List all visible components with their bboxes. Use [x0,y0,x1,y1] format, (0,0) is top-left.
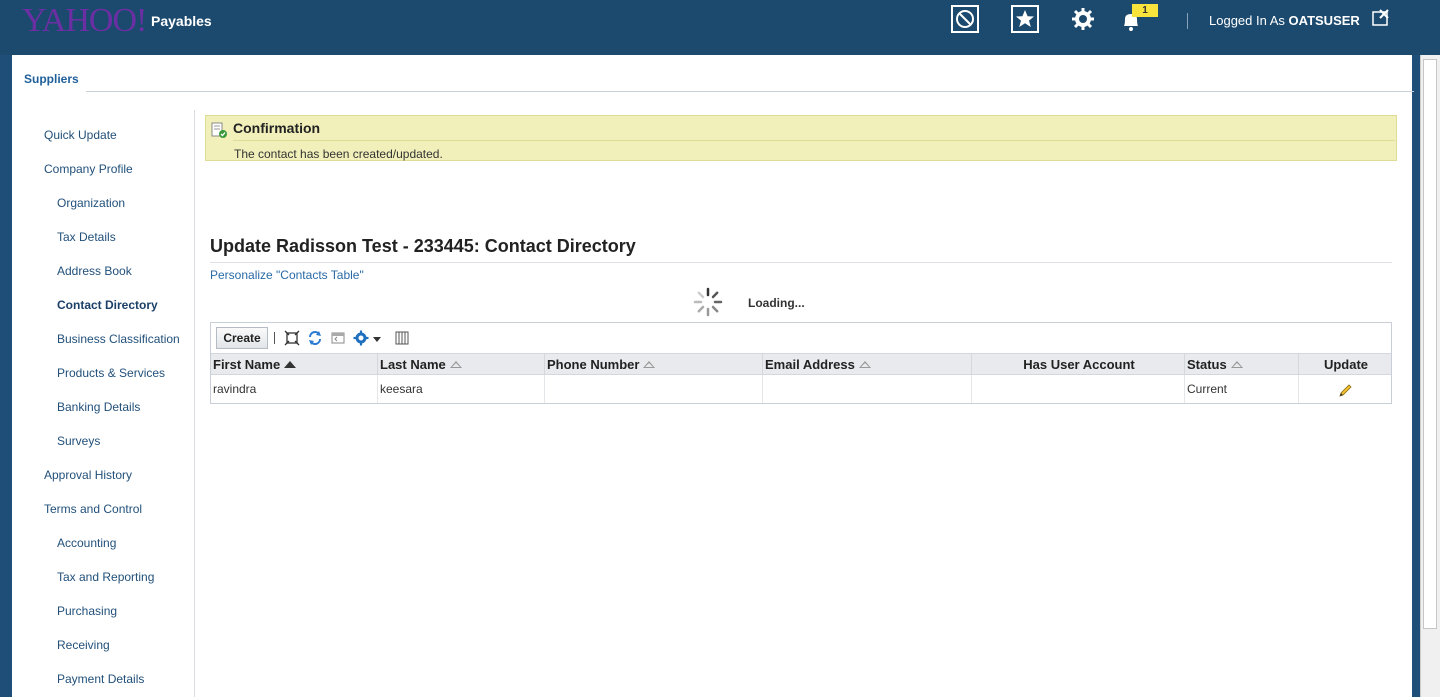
columns-icon[interactable] [394,330,410,346]
confirmation-document-icon [211,122,227,138]
column-label: Update [1323,357,1369,372]
cell-first-name: ravindra [211,375,378,403]
tab-divider [86,91,1414,92]
cell-last-name: keesara [378,375,545,403]
sidebar-item-accounting[interactable]: Accounting [57,536,116,550]
column-header-first-name[interactable]: First Name [211,354,378,375]
logout-icon[interactable] [1372,9,1390,27]
sort-icon[interactable] [1230,361,1243,368]
sidebar-item-banking-details[interactable]: Banking Details [57,400,140,414]
header-divider [1187,13,1188,29]
personalize-contacts-table-link[interactable]: Personalize "Contacts Table" [210,268,364,282]
table-row[interactable]: ravindra keesara Current [211,375,1391,403]
column-header-email-address[interactable]: Email Address [763,354,972,375]
page-title: Update Radisson Test - 233445: Contact D… [210,236,636,256]
confirmation-title: Confirmation [233,120,321,136]
column-header-has-user-account: Has User Account [972,354,1185,375]
sidebar-item-payment-details[interactable]: Payment Details [57,672,144,686]
refresh-icon[interactable] [307,330,323,346]
column-label: Email Address [765,357,855,372]
confirmation-banner: Confirmation The contact has been create… [205,115,1397,161]
sort-icon[interactable] [449,361,462,368]
column-header-status[interactable]: Status [1185,354,1299,375]
sidebar-item-tax-details[interactable]: Tax Details [57,230,116,244]
settings-gear-icon[interactable] [1069,5,1097,33]
sidebar-item-tax-and-reporting[interactable]: Tax and Reporting [57,570,154,584]
cell-update [1299,375,1391,403]
settings-gear-menu-icon[interactable] [353,330,383,346]
sidebar-item-company-profile[interactable]: Company Profile [44,162,133,176]
freeze-icon[interactable] [330,330,346,346]
sidebar-item-business-classification[interactable]: Business Classification [57,332,180,346]
column-label: Has User Account [1023,357,1135,372]
column-header-phone-number[interactable]: Phone Number [545,354,763,375]
column-label: First Name [213,357,281,372]
create-button[interactable]: Create [216,327,268,349]
sidebar-item-address-book[interactable]: Address Book [57,264,132,278]
username: OATSUSER [1288,13,1360,28]
scrollbar-thumb[interactable] [1423,59,1437,629]
tab-suppliers[interactable]: Suppliers [24,72,79,86]
sidebar-item-receiving[interactable]: Receiving [57,638,110,652]
cell-has-user-account [972,375,1185,403]
vertical-scrollbar[interactable] [1420,55,1440,697]
column-header-last-name[interactable]: Last Name [378,354,545,375]
main-panel: Suppliers Quick Update Company Profile O… [12,55,1414,697]
sort-icon[interactable] [643,361,656,368]
confirmation-message: The contact has been created/updated. [234,147,443,161]
sidebar-item-organization[interactable]: Organization [57,196,125,210]
sidebar-item-terms-and-control[interactable]: Terms and Control [44,502,142,516]
title-divider [210,262,1392,263]
favorites-star-icon[interactable] [1011,5,1039,33]
sidebar-item-quick-update[interactable]: Quick Update [44,128,117,142]
sort-ascending-icon[interactable] [284,361,297,368]
app-header: YAHOO! Payables 1 Logged In As OATSUSER [0,0,1440,55]
sidebar-item-purchasing[interactable]: Purchasing [57,604,117,618]
sidebar-item-surveys[interactable]: Surveys [57,434,100,448]
table-header-row: First Name Last Name Phone Number Email … [211,353,1391,375]
yahoo-logo[interactable]: YAHOO! [22,2,147,40]
confirmation-divider [233,140,1395,141]
column-label: Status [1187,357,1227,372]
column-label: Last Name [380,357,446,372]
notification-count-badge[interactable]: 1 [1132,4,1158,17]
sidebar-nav: Quick Update Company Profile Organizatio… [12,110,195,697]
navigator-icon[interactable] [951,5,979,33]
sidebar-item-approval-history[interactable]: Approval History [44,468,132,482]
sidebar-item-contact-directory[interactable]: Contact Directory [57,298,158,312]
table-toolbar: Create [211,323,1391,353]
loading-label: Loading... [748,296,805,310]
logged-in-label: Logged In As OATSUSER [1209,13,1360,28]
contacts-table: Create First Name Last Name Phone Number… [210,322,1392,404]
app-title: Payables [151,13,212,29]
column-label: Phone Number [547,357,640,372]
sidebar-item-products-services[interactable]: Products & Services [57,366,165,380]
loading-spinner-icon [692,286,724,318]
detach-icon[interactable] [284,330,300,346]
cell-email-address [763,375,972,403]
cell-phone-number [545,375,763,403]
logged-in-prefix: Logged In As [1209,13,1285,28]
cell-status: Current [1185,375,1299,403]
edit-pencil-icon[interactable] [1337,381,1353,397]
sort-icon[interactable] [858,361,871,368]
column-header-update: Update [1299,354,1391,375]
toolbar-divider [274,332,275,344]
